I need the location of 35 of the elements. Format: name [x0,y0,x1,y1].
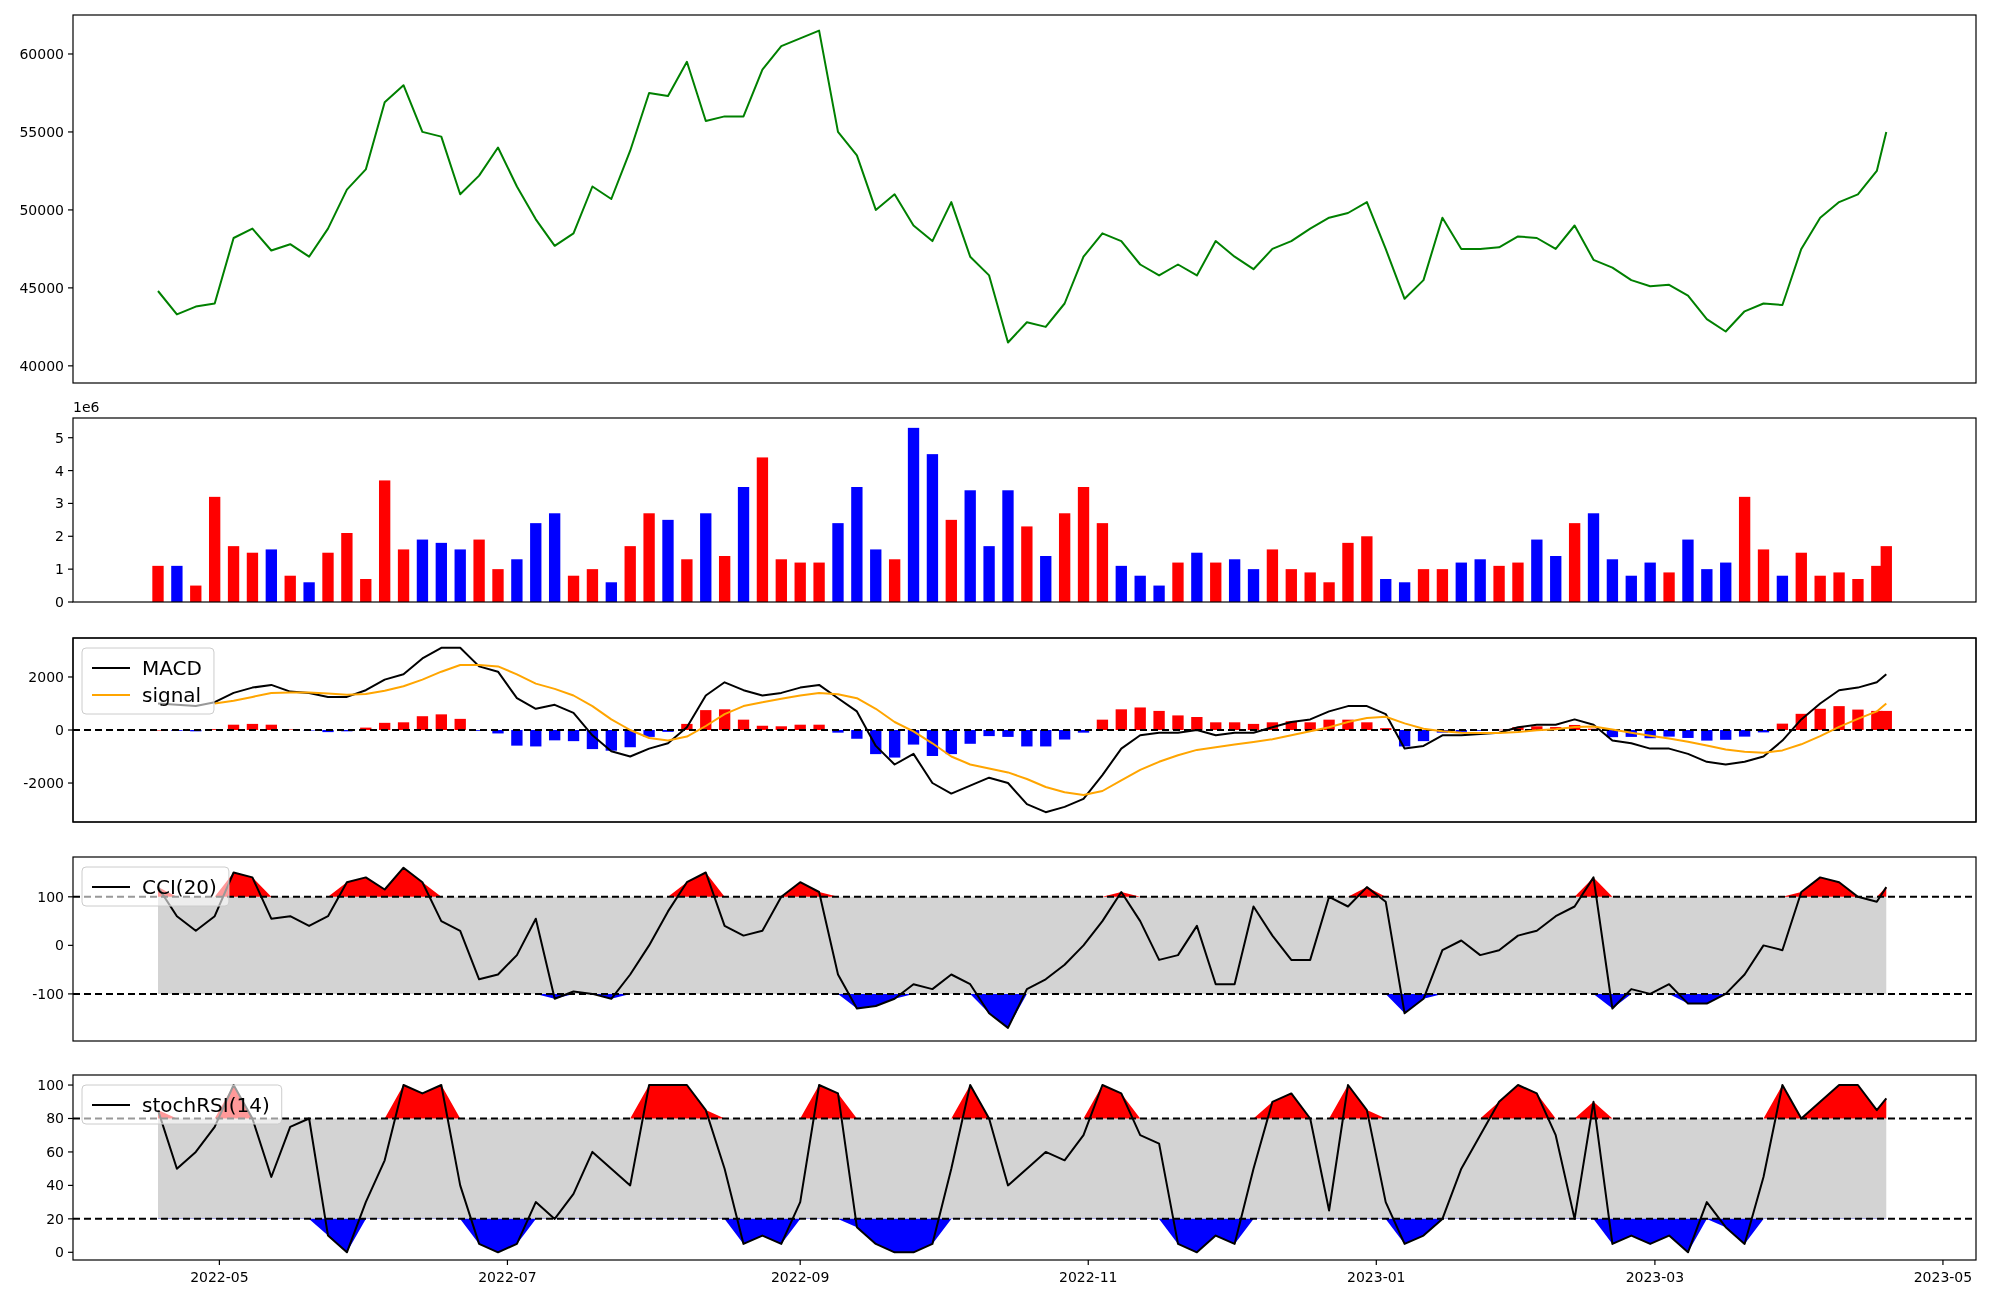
y-tick-label: 50000 [19,201,64,218]
legend-label: signal [142,683,202,707]
x-tick-label: 2023-03 [1625,1269,1685,1285]
x-tick-label: 2022-09 [770,1269,830,1285]
axis-offset-label: 1e6 [73,400,100,415]
y-tick-label: 0 [55,1244,64,1261]
x-tick-label: 2022-05 [190,1269,249,1285]
y-tick-label: 20 [46,1210,64,1227]
x-tick-label: 2023-01 [1347,1269,1406,1285]
y-tick-label: 0 [55,722,64,738]
y-tick-label: 55000 [19,123,64,140]
y-tick-label: 3 [55,495,64,512]
y-tick-label: 60000 [19,46,64,62]
y-tick-label: 45000 [19,279,64,296]
y-tick-label: 40000 [19,357,64,374]
y-tick-label: 5 [55,429,64,446]
y-tick-label: 2 [55,528,64,545]
y-tick-label: -100 [32,985,64,1002]
y-tick-label: 100 [37,888,64,905]
legend-label: MACD [142,656,202,680]
y-tick-label: -2000 [23,775,64,792]
y-tick-label: 4 [55,462,64,479]
x-tick-label: 2022-07 [478,1269,537,1285]
x-tick-label: 2023-05 [1913,1269,1973,1285]
legend-label: CCI(20) [142,875,217,899]
y-tick-label: 40 [46,1177,64,1194]
y-tick-label: 0 [55,937,64,954]
y-tick-label: 0 [55,594,64,610]
y-tick-label: 1 [55,561,64,578]
y-tick-label: 80 [46,1110,64,1127]
legend-label: stochRSI(14) [142,1093,270,1117]
y-tick-label: 60 [46,1143,64,1160]
y-tick-label: 100 [37,1077,64,1094]
y-tick-label: 2000 [28,668,64,685]
x-tick-label: 2022-11 [1059,1269,1118,1285]
